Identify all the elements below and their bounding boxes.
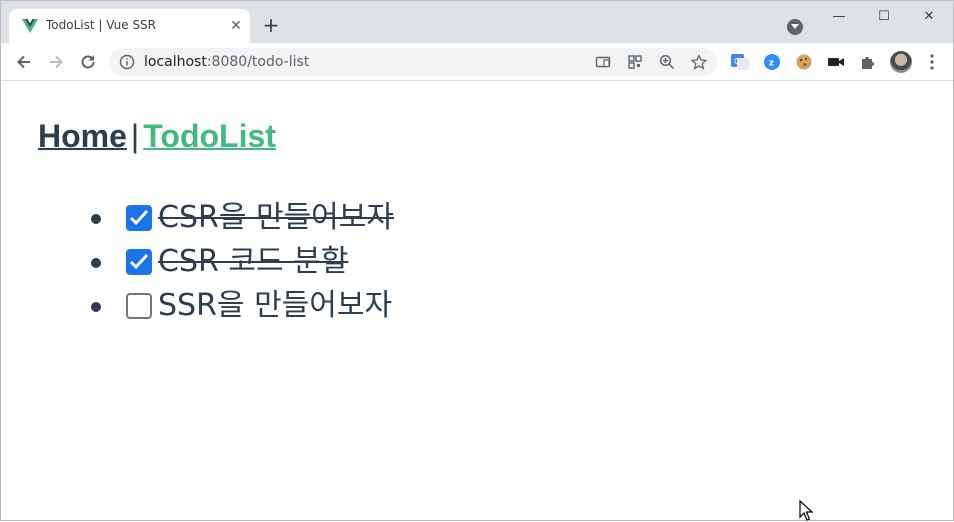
cast-icon[interactable] [595,54,611,70]
todo-checkbox[interactable] [126,249,152,275]
nav-link-todolist[interactable]: TodoList [143,118,276,154]
zoom-extension-icon[interactable]: z [762,52,782,72]
page-content: Home | TodoList CSR을 만들어보자 CSR 코드 분할 SSR… [1,82,953,521]
todo-text: CSR을 만들어보자 [158,200,394,235]
svg-text:z: z [769,59,774,69]
todo-text: SSR을 만들어보자 [158,288,393,323]
todo-checkbox[interactable] [126,205,152,231]
window-close-button[interactable]: ✕ [909,7,949,27]
cookie-icon[interactable] [794,52,814,72]
address-bar[interactable]: localhost:8080/todo-list [109,48,717,76]
app-nav: Home | TodoList [38,116,276,156]
zoom-icon[interactable] [659,54,675,70]
menu-dots-icon[interactable] [926,52,938,72]
browser-toolbar: localhost:8080/todo-list G z [1,43,953,81]
todo-text: CSR 코드 분할 [158,244,349,279]
todo-checkbox[interactable] [126,293,152,319]
maximize-button[interactable]: ☐ [864,7,904,27]
bookmark-star-icon[interactable] [691,54,707,70]
new-tab-button[interactable]: + [261,15,281,35]
tab-search-icon[interactable] [787,19,803,35]
reload-icon[interactable] [78,52,98,72]
qr-code-icon[interactable] [627,54,643,70]
back-arrow-icon[interactable] [14,52,34,72]
list-bullet [91,214,101,224]
minimize-button[interactable]: — [819,7,859,27]
site-info-icon[interactable] [119,54,135,70]
nav-link-home[interactable]: Home [38,118,127,154]
tab-close-icon[interactable]: ✕ [228,18,244,34]
video-camera-icon[interactable] [826,52,846,72]
vue-logo-icon [22,19,38,33]
tab-title: TodoList | Vue SSR [46,18,157,32]
browser-tab[interactable]: TodoList | Vue SSR ✕ [9,9,250,43]
extensions-puzzle-icon[interactable] [858,52,878,72]
browser-window: TodoList | Vue SSR ✕ + — ☐ ✕ localhost:8… [0,0,954,521]
google-translate-icon[interactable]: G [730,52,750,72]
list-bullet [91,258,101,268]
svg-text:G: G [734,57,740,66]
list-bullet [91,302,101,312]
tab-strip: TodoList | Vue SSR ✕ + — ☐ ✕ [1,1,953,43]
forward-arrow-icon[interactable] [46,52,66,72]
mouse-cursor-icon [799,500,813,521]
nav-separator: | [130,118,140,154]
url-text[interactable]: localhost:8080/todo-list [144,54,309,70]
profile-avatar[interactable] [890,51,912,73]
